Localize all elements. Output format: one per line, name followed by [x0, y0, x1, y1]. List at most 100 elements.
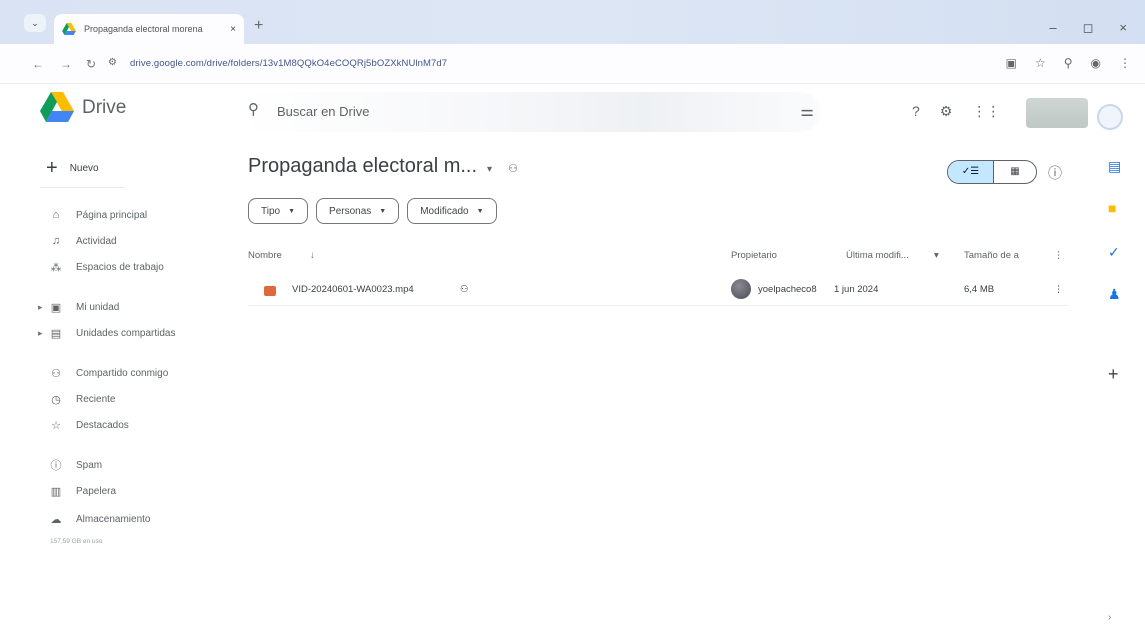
- list-view-button[interactable]: ✓☰: [948, 161, 994, 183]
- column-owner[interactable]: Propietario: [731, 250, 777, 261]
- expand-arrow-icon[interactable]: ▸: [38, 328, 48, 339]
- cast-icon[interactable]: ▣: [1006, 56, 1017, 70]
- settings-gear-icon[interactable]: ⚙: [940, 103, 953, 120]
- site-info-icon[interactable]: ⚙: [108, 57, 117, 68]
- browser-tab-bar: ⌄ Propaganda electoral morena × + – ◻ ×: [0, 0, 1145, 44]
- sidebar-item-label: Spam: [76, 459, 103, 471]
- sidebar-item-label: Compartido conmigo: [76, 367, 169, 379]
- file-owner: yoelpacheco8: [758, 284, 817, 295]
- browser-tab[interactable]: Propaganda electoral morena ×: [54, 14, 244, 44]
- bell-icon: ♫: [51, 235, 61, 247]
- chevron-down-icon[interactable]: ▾: [934, 250, 939, 261]
- plus-icon: +: [46, 157, 58, 179]
- new-button[interactable]: + Nuevo: [40, 150, 124, 188]
- close-window-button[interactable]: ×: [1119, 20, 1127, 36]
- filter-people-chip[interactable]: Personas ▼: [316, 198, 400, 224]
- shared-drives-icon: ▤: [50, 327, 62, 340]
- more-actions-icon[interactable]: ⋮: [1054, 284, 1064, 295]
- sidebar-item-my-drive[interactable]: ▸ ▣ Mi unidad: [38, 296, 119, 318]
- expand-panel-icon[interactable]: ›: [1108, 612, 1111, 623]
- chip-label: Tipo: [261, 205, 281, 217]
- home-icon: ⌂: [52, 209, 60, 221]
- browser-menu-icon[interactable]: ⋮: [1119, 56, 1131, 70]
- cloud-icon: ☁: [50, 513, 62, 526]
- filter-modified-chip[interactable]: Modificado ▼: [407, 198, 497, 224]
- sidebar-item-shared-drives[interactable]: ▸ ▤ Unidades compartidas: [38, 322, 176, 344]
- column-name[interactable]: Nombre: [248, 250, 282, 261]
- forward-icon[interactable]: →: [60, 57, 72, 71]
- view-toggle[interactable]: ✓☰ ▦: [947, 160, 1037, 184]
- shared-folder-icon: ⚇: [508, 163, 518, 175]
- info-icon[interactable]: ⓘ: [1048, 163, 1062, 183]
- sort-arrow-icon[interactable]: ↓: [310, 250, 315, 261]
- owner-avatar: [731, 279, 751, 299]
- sidebar-item-spam[interactable]: ⓘ Spam: [38, 454, 103, 476]
- chip-label: Modificado: [420, 205, 469, 217]
- sidebar-item-label: Papelera: [76, 485, 117, 497]
- profile-icon[interactable]: ◉: [1091, 56, 1101, 70]
- storage-usage: 157,59 GB en uso: [50, 538, 103, 545]
- help-icon[interactable]: ?: [912, 103, 920, 120]
- my-drive-icon: ▣: [50, 301, 62, 314]
- sidebar-item-label: Mi unidad: [76, 301, 120, 313]
- sidebar-item-trash[interactable]: ▥ Papelera: [38, 480, 116, 502]
- sidebar-item-label: Espacios de trabajo: [76, 261, 164, 273]
- search-bar[interactable]: ⚲ Buscar en Drive ⚌: [240, 92, 820, 132]
- file-size: 6,4 MB: [964, 284, 995, 295]
- chevron-down-icon[interactable]: ▾: [487, 164, 492, 175]
- sidebar-item-label: Página principal: [76, 209, 148, 221]
- account-avatar[interactable]: [1097, 104, 1123, 130]
- search-input[interactable]: Buscar en Drive: [277, 104, 369, 119]
- video-file-icon: [264, 286, 276, 296]
- sidebar-item-recent[interactable]: ◷ Reciente: [38, 388, 115, 410]
- tab-title: Propaganda electoral morena: [84, 24, 203, 34]
- sidebar-item-home[interactable]: ⌂ Página principal: [38, 204, 148, 226]
- url-field[interactable]: drive.google.com/drive/folders/13v1M8QQk…: [130, 58, 447, 69]
- sidebar-item-starred[interactable]: ☆ Destacados: [38, 414, 129, 436]
- filter-type-chip[interactable]: Tipo ▼: [248, 198, 309, 224]
- contacts-icon[interactable]: ♟: [1108, 286, 1121, 303]
- folder-title[interactable]: Propaganda electoral m... ▾ ⚇: [248, 155, 518, 178]
- column-size[interactable]: Tamaño de a: [964, 250, 1019, 261]
- search-options-icon[interactable]: ⚌: [801, 102, 814, 120]
- tab-search-button[interactable]: ⌄: [24, 14, 46, 32]
- sidebar-item-storage[interactable]: ☁ Almacenamiento: [38, 508, 151, 530]
- sidebar-item-shared-with-me[interactable]: ⚇ Compartido conmigo: [38, 362, 168, 384]
- expand-arrow-icon[interactable]: ▸: [38, 302, 48, 313]
- grid-view-button[interactable]: ▦: [994, 161, 1036, 183]
- tasks-icon[interactable]: ✓: [1108, 244, 1120, 261]
- shared-file-icon: ⚇: [460, 284, 469, 295]
- file-name[interactable]: VID-20240601-WA0023.mp4: [292, 284, 414, 295]
- bookmark-star-icon[interactable]: ☆: [1035, 56, 1046, 70]
- sidebar-item-label: Actividad: [76, 235, 117, 247]
- table-row[interactable]: VID-20240601-WA0023.mp4 ⚇ yoelpacheco8 1…: [248, 278, 1068, 306]
- folder-title-text: Propaganda electoral m...: [248, 155, 478, 177]
- drive-logo-icon[interactable]: [40, 92, 74, 122]
- extensions-icon[interactable]: ⚲: [1064, 56, 1073, 70]
- column-options-icon[interactable]: ⋮: [1054, 250, 1064, 261]
- column-modified[interactable]: Última modifi...: [846, 250, 909, 261]
- sidebar-item-label: Destacados: [76, 419, 129, 431]
- organization-logo[interactable]: [1026, 98, 1088, 128]
- file-table-header: Nombre ↓ Propietario Última modifi... ▾ …: [248, 244, 1068, 268]
- chip-label: Personas: [329, 205, 372, 217]
- chevron-down-icon: ▼: [476, 207, 484, 215]
- maximize-button[interactable]: ◻: [1083, 20, 1094, 36]
- drive-brand[interactable]: Drive: [82, 97, 126, 119]
- new-tab-button[interactable]: +: [254, 17, 263, 35]
- reload-icon[interactable]: ↻: [86, 57, 96, 71]
- search-icon[interactable]: ⚲: [248, 100, 259, 118]
- star-icon: ☆: [51, 419, 61, 432]
- back-icon[interactable]: ←: [32, 57, 44, 71]
- calendar-icon[interactable]: ▤: [1108, 158, 1121, 175]
- workspaces-icon: ⁂: [50, 261, 62, 274]
- tab-close-icon[interactable]: ×: [230, 24, 236, 35]
- keep-icon[interactable]: ■: [1108, 200, 1116, 216]
- trash-icon: ▥: [50, 485, 62, 498]
- minimize-button[interactable]: –: [1049, 20, 1056, 36]
- sidebar-item-workspaces[interactable]: ⁂ Espacios de trabajo: [38, 256, 164, 278]
- sidebar-item-activity[interactable]: ♫ Actividad: [38, 230, 117, 252]
- apps-grid-icon[interactable]: ⋮⋮: [972, 103, 1000, 120]
- new-button-label: Nuevo: [69, 163, 99, 174]
- add-addon-icon[interactable]: +: [1108, 364, 1119, 385]
